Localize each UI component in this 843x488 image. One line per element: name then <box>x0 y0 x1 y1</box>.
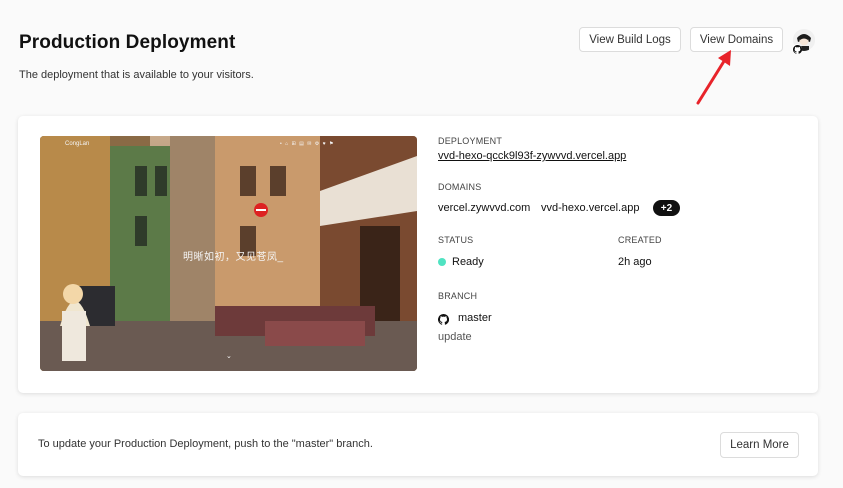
github-icon <box>437 312 450 330</box>
footer-card: To update your Production Deployment, pu… <box>18 413 818 476</box>
learn-more-button[interactable]: Learn More <box>720 432 799 458</box>
created-value: 2h ago <box>618 256 652 268</box>
page-title: Production Deployment <box>19 32 236 53</box>
deployment-preview-image[interactable]: CongLan • ⌂ ⊞ ▤ ✉ ⚙ ♥ ⚑ 明晰如初，又见苍凤_ ⌄ <box>40 136 417 371</box>
status-value: Ready <box>452 256 484 268</box>
footer-message: To update your Production Deployment, pu… <box>38 438 373 450</box>
commit-message[interactable]: update <box>438 331 472 343</box>
domains-label: DOMAINS <box>438 182 482 192</box>
preview-brand: CongLan <box>65 141 90 147</box>
status-label: STATUS <box>438 235 474 245</box>
created-label: CREATED <box>618 235 662 245</box>
page-subtitle: The deployment that is available to your… <box>19 69 254 81</box>
preview-nav: • ⌂ ⊞ ▤ ✉ ⚙ ♥ ⚑ <box>280 141 335 147</box>
chevron-down-icon: ⌄ <box>226 353 232 360</box>
annotation-arrow <box>696 50 731 105</box>
more-domains-badge[interactable]: +2 <box>653 200 680 216</box>
domain-link[interactable]: vercel.zywvvd.com <box>438 202 530 214</box>
github-icon <box>792 44 802 54</box>
domain-link[interactable]: vvd-hexo.vercel.app <box>541 202 639 214</box>
deployment-url-link[interactable]: vvd-hexo-qcck9l93f-zywvvd.vercel.app <box>438 150 626 162</box>
branch-name[interactable]: master <box>458 312 492 324</box>
status-dot <box>438 258 446 266</box>
view-build-logs-button[interactable]: View Build Logs <box>579 27 681 52</box>
deployment-label: DEPLOYMENT <box>438 136 503 146</box>
preview-overlay-text: 明晰如初，又见苍凤_ <box>183 252 284 263</box>
branch-label: BRANCH <box>438 291 478 301</box>
deployment-card: CongLan • ⌂ ⊞ ▤ ✉ ⚙ ♥ ⚑ 明晰如初，又见苍凤_ ⌄ DEP… <box>18 116 818 393</box>
